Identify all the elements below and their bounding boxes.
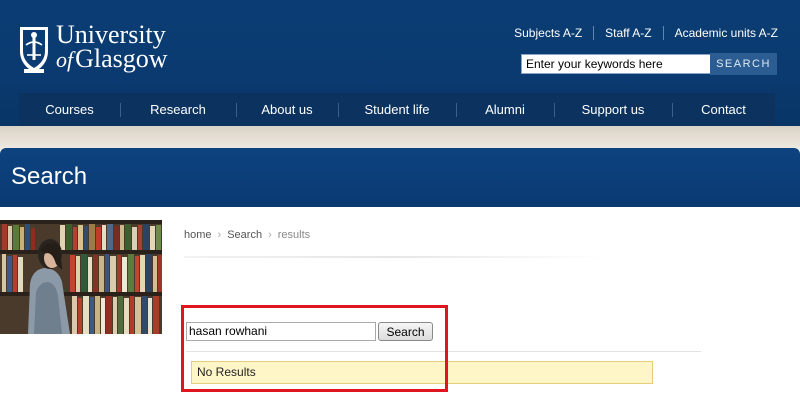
results-divider <box>186 351 701 352</box>
breadcrumb-home[interactable]: home <box>184 229 212 241</box>
page-title: Search <box>11 163 88 190</box>
link-subjects-az[interactable]: Subjects A-Z <box>503 26 593 40</box>
site-search-input[interactable] <box>521 54 713 74</box>
breadcrumb: home › Search › results <box>184 229 310 241</box>
divider <box>184 256 604 258</box>
site-search-button[interactable]: SEARCH <box>710 53 777 75</box>
nav-research[interactable]: Research <box>120 93 236 126</box>
crest-icon <box>20 27 48 73</box>
logo-text-rest: Glasgow <box>75 44 168 73</box>
nav-contact[interactable]: Contact <box>672 93 775 126</box>
link-academic-units-az[interactable]: Academic units A-Z <box>664 26 778 40</box>
chevron-right-icon: › <box>268 229 272 241</box>
title-band: Search <box>0 148 800 207</box>
nav-support-us[interactable]: Support us <box>554 93 672 126</box>
nav-alumni[interactable]: Alumni <box>456 93 554 126</box>
logo-text-of: of <box>56 47 74 72</box>
breadcrumb-search[interactable]: Search <box>227 229 262 241</box>
site-header: University ofGlasgow Subjects A-Z Staff … <box>0 0 800 126</box>
university-logo[interactable]: University ofGlasgow <box>18 22 178 78</box>
no-results-notice: No Results <box>191 361 653 384</box>
nav-student-life[interactable]: Student life <box>338 93 456 126</box>
nav-courses[interactable]: Courses <box>19 93 120 126</box>
chevron-right-icon: › <box>217 229 222 241</box>
nav-about-us[interactable]: About us <box>236 93 338 126</box>
main-nav: Courses Research About us Student life A… <box>19 93 775 126</box>
link-staff-az[interactable]: Staff A-Z <box>594 26 662 40</box>
logo-text-glasgow: ofGlasgow <box>56 46 168 72</box>
breadcrumb-current: results <box>277 229 311 241</box>
utility-links: Subjects A-Z Staff A-Z Academic units A-… <box>503 26 778 40</box>
library-photo <box>0 220 162 334</box>
search-query-input[interactable] <box>186 322 376 341</box>
header-shadow-strip <box>0 126 800 150</box>
search-submit-button[interactable]: Search <box>378 322 433 341</box>
